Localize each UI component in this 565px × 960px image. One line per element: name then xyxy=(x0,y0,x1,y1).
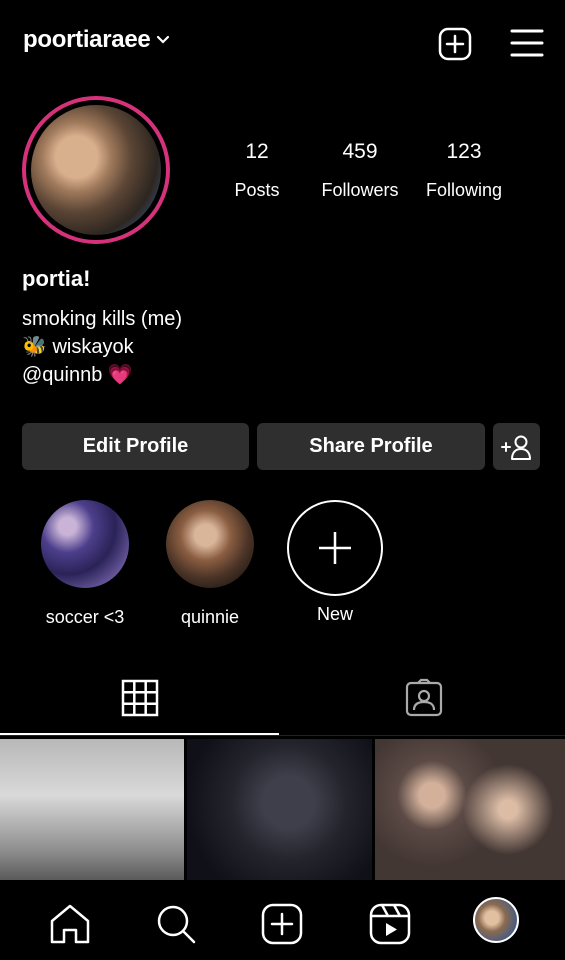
posts-stat[interactable]: 12 Posts xyxy=(202,140,312,201)
add-person-icon xyxy=(500,435,531,460)
following-stat[interactable]: 123 Following xyxy=(409,140,519,201)
highlight-quinnie[interactable]: quinnie xyxy=(155,500,265,628)
new-highlight-circle xyxy=(287,500,383,596)
new-post-icon[interactable] xyxy=(437,26,473,62)
share-profile-button[interactable]: Share Profile xyxy=(257,423,485,470)
posts-label: Posts xyxy=(234,180,280,200)
menu-icon[interactable] xyxy=(508,26,546,60)
search-icon[interactable] xyxy=(154,902,198,946)
bio-line: smoking kills (me) xyxy=(22,308,183,330)
avatar-image xyxy=(31,105,161,235)
highlight-soccer[interactable]: soccer <3 xyxy=(30,500,140,628)
home-icon[interactable] xyxy=(48,902,92,946)
bio-line: 🐝 wiskayok xyxy=(22,336,134,358)
reels-icon[interactable] xyxy=(368,902,412,946)
highlight-label: New xyxy=(316,604,353,624)
followers-label: Followers xyxy=(321,180,399,200)
highlight-cover xyxy=(41,500,129,588)
followers-count: 459 xyxy=(342,140,378,163)
plus-icon xyxy=(319,532,351,564)
following-label: Following xyxy=(425,180,503,200)
create-icon[interactable] xyxy=(260,902,304,946)
profile-avatar[interactable] xyxy=(473,897,519,943)
tagged-icon[interactable] xyxy=(404,678,444,718)
bio: smoking kills (me) 🐝 wiskayok @quinnb 💗 xyxy=(22,305,182,389)
highlight-label: quinnie xyxy=(180,607,240,627)
grid-post[interactable] xyxy=(0,739,184,880)
tab-divider xyxy=(0,735,565,736)
grid-icon[interactable] xyxy=(120,678,160,718)
grid-post[interactable] xyxy=(375,739,565,880)
discover-people-button[interactable] xyxy=(493,423,540,470)
bio-mention[interactable]: @quinnb 💗 xyxy=(22,361,182,389)
edit-profile-button[interactable]: Edit Profile xyxy=(22,423,249,470)
highlight-label: soccer <3 xyxy=(45,607,125,627)
username: poortiaraee xyxy=(23,26,151,53)
posts-count: 12 xyxy=(245,140,269,163)
display-name: portia! xyxy=(22,266,91,291)
followers-stat[interactable]: 459 Followers xyxy=(305,140,415,201)
chevron-down-icon xyxy=(157,35,170,44)
new-highlight-button[interactable]: New xyxy=(280,500,390,625)
following-count: 123 xyxy=(446,140,482,163)
highlight-cover xyxy=(166,500,254,588)
grid-post[interactable] xyxy=(187,739,372,880)
profile-avatar[interactable] xyxy=(22,96,170,244)
username-switcher[interactable]: poortiaraee xyxy=(23,26,170,54)
